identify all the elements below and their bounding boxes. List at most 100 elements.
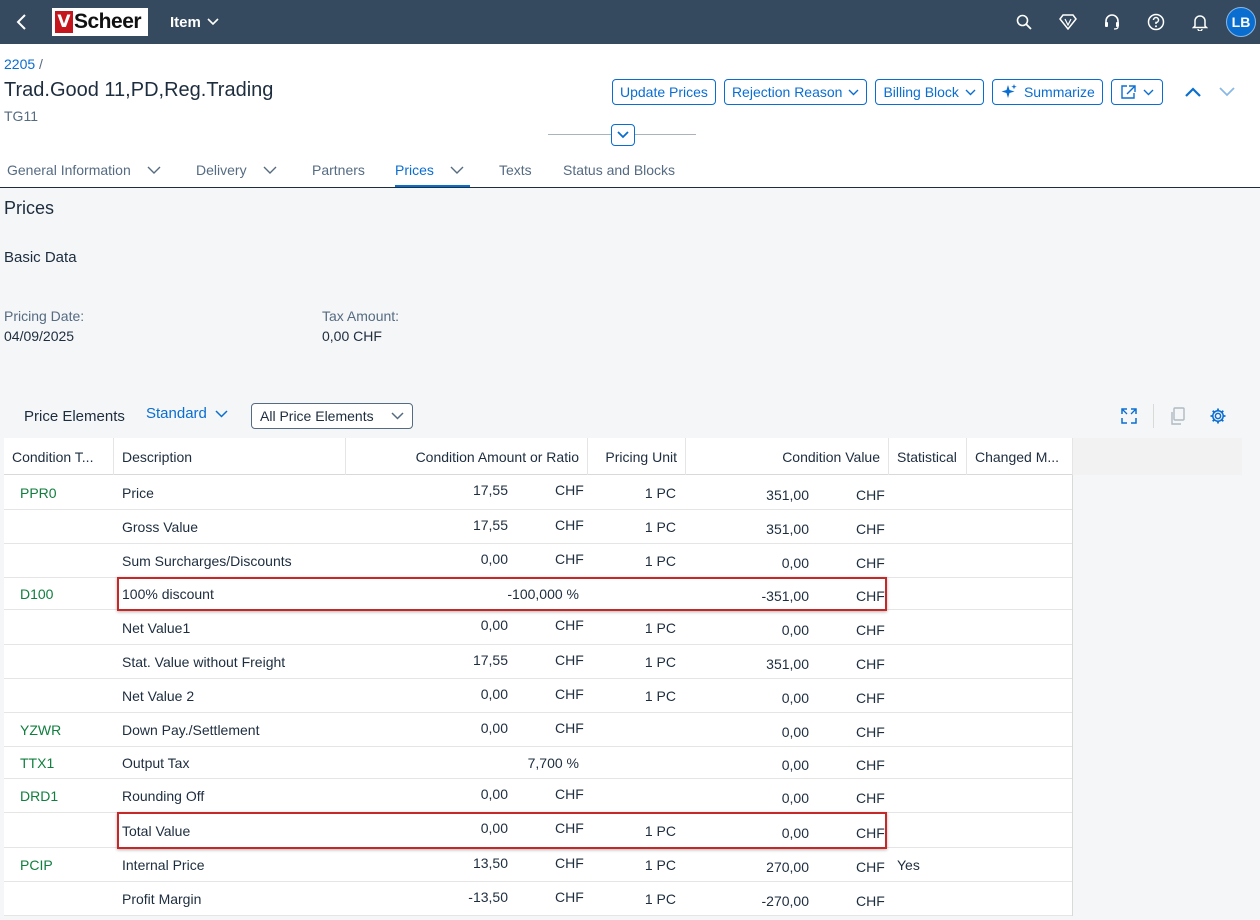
col-condition-type[interactable]: Condition T... [4, 438, 114, 475]
share-icon [1121, 85, 1136, 99]
breadcrumb-separator: / [39, 56, 43, 72]
table-row[interactable]: Net Value 2 0,00 CHF 1 PC 0,00 CHF [4, 679, 1072, 713]
condition-type-cell[interactable]: PPR0 [20, 485, 57, 501]
pricing-unit-cell: 1 PC [644, 688, 676, 704]
pricing-unit-cell: 1 PC [644, 553, 676, 569]
back-button[interactable] [0, 0, 44, 44]
toolbar-divider [1153, 404, 1154, 428]
help-icon [1147, 13, 1165, 31]
breadcrumb: 2205 / [4, 56, 43, 72]
condition-value-cell: 0,00 [781, 824, 809, 841]
rejection-reason-button[interactable]: Rejection Reason [723, 79, 868, 105]
notifications-button[interactable] [1178, 0, 1222, 44]
summarize-button[interactable]: Summarize [991, 79, 1103, 105]
col-label: Condition Amount or Ratio [415, 448, 579, 465]
tab-delivery[interactable]: Delivery [196, 152, 277, 188]
table-row[interactable]: PPR0 Price 17,55 CHF 1 PC 351,00 CHF [4, 475, 1072, 510]
pricing-unit-cell: 1 PC [644, 519, 676, 535]
tab-prices[interactable]: Prices [395, 152, 470, 188]
tab-label: Prices [395, 162, 434, 178]
update-prices-label: Update Prices [620, 84, 708, 100]
condition-value-cell: 0,00 [781, 690, 809, 706]
description-cell: Net Value 2 [122, 688, 195, 704]
condition-type-cell[interactable]: D100 [20, 586, 53, 602]
col-condition-amount[interactable]: Condition Amount or Ratio [346, 438, 588, 475]
value-currency-cell: CHF [856, 555, 885, 571]
section-title: Prices [4, 198, 55, 218]
amount-cell: 0,00 [480, 551, 508, 567]
app-title-menu[interactable]: Item [170, 14, 219, 31]
table-row[interactable]: Sum Surcharges/Discounts 0,00 CHF 1 PC 0,00 C… [4, 544, 1072, 578]
value-currency-cell: CHF [856, 588, 885, 604]
col-condition-value[interactable]: Condition Value [686, 438, 889, 475]
amount-cell: 0,00 [480, 720, 508, 736]
logo-mark: V [55, 11, 73, 33]
condition-type-cell[interactable]: DRD1 [20, 788, 58, 804]
settings-button[interactable] [1206, 405, 1230, 427]
bell-icon [1192, 15, 1208, 31]
amount-cell: 0,00 [480, 617, 508, 633]
condition-type-cell[interactable]: PCIP [20, 857, 53, 873]
table-header: Condition T... Description Condition Amo… [4, 438, 1242, 475]
condition-value-cell: 0,00 [781, 724, 809, 740]
col-changed[interactable]: Changed M... [967, 438, 1073, 475]
table-row[interactable]: Net Value1 0,00 CHF 1 PC 0,00 CHF [4, 610, 1072, 645]
search-button[interactable] [1002, 0, 1046, 44]
previous-item-button[interactable] [1180, 79, 1206, 105]
condition-type-cell[interactable]: YZWR [20, 722, 61, 738]
next-item-button[interactable] [1214, 79, 1240, 105]
col-statistical[interactable]: Statistical [889, 438, 967, 475]
fullscreen-button[interactable] [1117, 405, 1141, 427]
table-row[interactable]: PCIP Internal Price 13,50 CHF 1 PC 270,00 CHF Y… [4, 848, 1072, 882]
tab-label: General Information [7, 162, 131, 178]
help-button[interactable] [1134, 0, 1178, 44]
value-currency-cell: CHF [856, 859, 885, 875]
support-button[interactable] [1090, 0, 1134, 44]
breadcrumb-link[interactable]: 2205 [4, 56, 35, 72]
col-label: Condition Value [782, 448, 880, 465]
update-prices-button[interactable]: Update Prices [612, 79, 716, 105]
filter-value: All Price Elements [260, 408, 374, 424]
amount-currency-cell: CHF [555, 686, 584, 702]
table-row[interactable]: TTX1 Output Tax 7,700 % 0,00 CHF [4, 747, 1072, 779]
gear-icon [1210, 408, 1226, 424]
description-cell: Gross Value [122, 519, 198, 535]
tab-texts[interactable]: Texts [499, 152, 532, 188]
tab-general-information[interactable]: General Information [7, 152, 161, 188]
value-currency-cell: CHF [856, 486, 885, 503]
variant-label: Standard [146, 405, 207, 422]
description-cell: Down Pay./Settlement [122, 722, 260, 738]
condition-value-cell: 351,00 [766, 486, 809, 503]
table-row[interactable]: Profit Margin -13,50 CHF 1 PC -270,00 CHF [4, 882, 1072, 916]
page-subtitle: TG11 [4, 108, 38, 124]
table-row[interactable]: DRD1 Rounding Off 0,00 CHF 0,00 CHF [4, 779, 1072, 813]
table-row[interactable]: D100 100% discount -100,000 % -351,00 CHF [4, 578, 1072, 610]
chevron-down-icon [147, 166, 161, 174]
condition-type-cell[interactable]: TTX1 [20, 755, 54, 771]
value-currency-cell: CHF [856, 824, 885, 841]
col-pricing-unit[interactable]: Pricing Unit [588, 438, 686, 475]
table-row[interactable]: Total Value 0,00 CHF 1 PC 0,00 CHF [4, 813, 1072, 848]
chevron-down-icon [617, 131, 629, 139]
tab-status-and-blocks[interactable]: Status and Blocks [563, 152, 675, 188]
price-elements-filter[interactable]: All Price Elements [251, 403, 413, 429]
collapse-header-button[interactable] [611, 124, 635, 146]
amount-currency-cell: CHF [555, 889, 584, 905]
col-label: Condition T... [12, 448, 94, 465]
billing-block-button[interactable]: Billing Block [875, 79, 984, 105]
table-row[interactable]: Stat. Value without Freight 17,55 CHF 1 PC 3… [4, 645, 1072, 679]
search-icon [1016, 14, 1032, 30]
table-row[interactable]: YZWR Down Pay./Settlement 0,00 CHF 0,00 CHF [4, 713, 1072, 747]
joule-button[interactable] [1046, 0, 1090, 44]
user-avatar[interactable]: LB [1226, 7, 1256, 37]
tab-partners[interactable]: Partners [312, 152, 365, 188]
company-logo[interactable]: V Scheer [52, 8, 148, 36]
table-row[interactable]: Gross Value 17,55 CHF 1 PC 351,00 CHF [4, 510, 1072, 544]
statistical-cell: Yes [897, 857, 920, 873]
ratio-cell: 7,700 % [527, 755, 579, 771]
col-description[interactable]: Description [114, 438, 346, 475]
value-currency-cell: CHF [856, 656, 885, 672]
share-button[interactable] [1110, 79, 1163, 105]
amount-cell: 0,00 [480, 820, 508, 836]
variant-selector[interactable]: Standard [146, 405, 228, 422]
